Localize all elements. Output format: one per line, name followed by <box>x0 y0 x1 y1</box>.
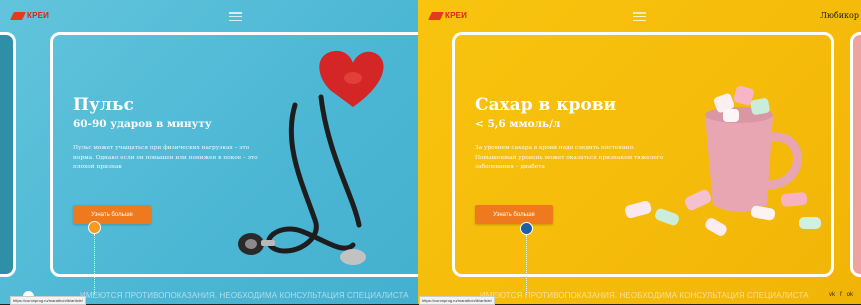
menu-icon[interactable] <box>633 12 646 22</box>
slide-card-pulse: Пульс 60-90 ударов в минуту Пульс может … <box>50 32 418 277</box>
menu-icon[interactable] <box>229 12 242 22</box>
learn-more-button[interactable]: Узнать больше <box>73 205 151 224</box>
slide-panel-sugar: КРЕИ Любикор Сахар в крови < 5,6 ммоль/л… <box>418 0 861 304</box>
brand-logo[interactable]: КРЕИ <box>10 11 50 20</box>
slide-description: Пульс может учащаться при физических наг… <box>73 145 258 170</box>
topbar: КРЕИ Любикор <box>418 0 861 34</box>
slide-panel-pulse: КРЕИ Пульс 60-90 ударов в минуту Пульс м… <box>0 0 418 304</box>
slide-description: За уровнем сахара в крови надо следить п… <box>475 145 664 170</box>
vk-icon[interactable]: vk <box>829 292 835 298</box>
disclaimer-text: ИМЕЮТСЯ ПРОТИВОПОКАЗАНИЯ. НЕОБХОДИМА КОН… <box>80 291 409 300</box>
topbar: КРЕИ <box>0 0 418 34</box>
previous-slide-card[interactable] <box>0 32 16 277</box>
brand-logo[interactable]: КРЕИ <box>428 11 468 20</box>
logo-text: КРЕИ <box>445 11 468 20</box>
learn-more-button[interactable]: Узнать больше <box>475 205 553 224</box>
slide-card-sugar: Сахар в крови < 5,6 ммоль/л За уровнем с… <box>452 32 834 277</box>
logo-text: КРЕИ <box>27 11 50 20</box>
disclaimer-text: ИМЕЮТСЯ ПРОТИВОПОКАЗАНИЯ. НЕОБХОДИМА КОН… <box>480 291 809 300</box>
cursor-trail <box>94 234 95 294</box>
header-link[interactable]: Любикор <box>820 11 859 20</box>
slide-title: Сахар в крови <box>475 95 617 115</box>
slide-title: Пульс <box>73 95 134 115</box>
slide-subtitle: < 5,6 ммоль/л <box>475 118 561 130</box>
social-links: vk f ok <box>829 292 853 298</box>
next-slide-card[interactable] <box>850 32 861 277</box>
slide-subtitle: 60-90 ударов в минуту <box>73 118 212 130</box>
cursor-indicator-icon <box>520 222 533 235</box>
cursor-indicator-icon <box>88 221 101 234</box>
logo-mark-icon <box>428 11 444 20</box>
facebook-icon[interactable]: f <box>840 292 842 298</box>
logo-mark-icon <box>10 11 26 20</box>
odnoklassniki-icon[interactable]: ok <box>847 292 853 298</box>
